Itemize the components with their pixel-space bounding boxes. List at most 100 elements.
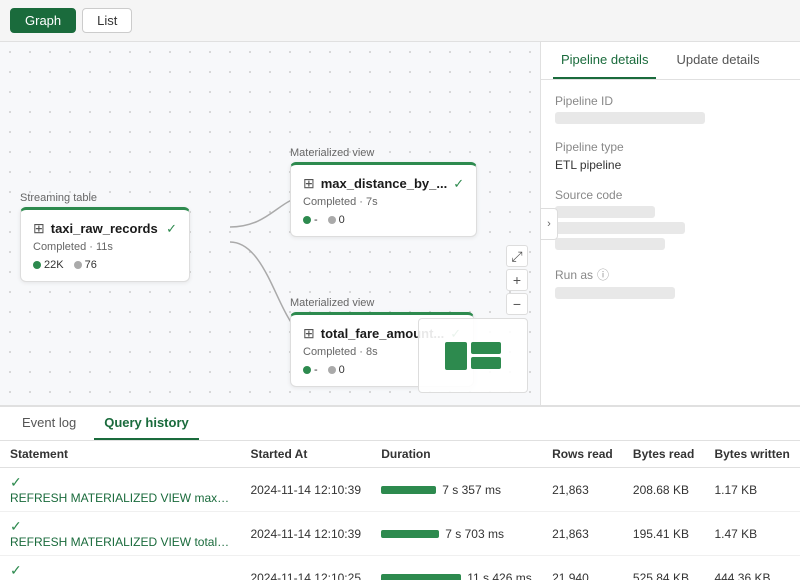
col-started: Started At [240,441,371,468]
run-as-row: Run as ⓘ [555,266,786,299]
mat1-table-icon: ⊞ [303,175,315,192]
green-dot-1 [33,261,41,269]
col-statement: Statement [0,441,240,468]
mini-rect-3 [471,357,501,369]
mat1-node-title: max_distance_by_... [321,176,447,191]
streaming-stat2: 76 [85,259,97,271]
status-ok-icon-0: ✓ [10,474,22,490]
cell-started-1: 2024-11-14 12:10:39 [240,512,371,556]
minimap-controls: ⤢ + − [506,245,528,315]
source-code-label: Source code [555,188,786,202]
duration-bar-0 [381,486,436,494]
cell-statement-2[interactable]: ✓REFRESH STREAMING TABLE taxi_raw... [0,556,240,580]
streaming-stat1: 22K [44,259,64,271]
mat2-table-icon: ⊞ [303,325,315,342]
cell-bytes-read-0: 208.68 KB [623,468,705,512]
fullscreen-button[interactable]: ⤢ [506,245,528,267]
toolbar: Graph List [0,0,800,42]
status-ok-icon-1: ✓ [10,518,22,534]
cell-bytes-read-1: 195.41 KB [623,512,705,556]
mat2-node-label: Materialized view [290,297,474,309]
streaming-node-title: taxi_raw_records [51,221,158,236]
pipeline-type-label: Pipeline type [555,140,786,154]
col-bytes-written: Bytes written [704,441,800,468]
mat1-stat1: - [314,214,318,226]
mat1-node-group: Materialized view ⊞ max_distance_by_... … [290,147,477,237]
update-details-tab[interactable]: Update details [668,42,767,79]
cell-duration-1: 7 s 703 ms [371,512,542,556]
cell-bytes-read-2: 525.84 KB [623,556,705,580]
duration-bar-2 [381,574,461,580]
streaming-node-card[interactable]: ⊞ taxi_raw_records ✓ Completed · 11s 22K… [20,207,190,282]
streaming-node-label: Streaming table [20,192,190,204]
pipeline-type-row: Pipeline type ETL pipeline [555,140,786,172]
list-tab-button[interactable]: List [82,8,132,33]
mini-rect-2 [471,342,501,354]
bottom-tabs: Event log Query history [0,407,800,441]
mat1-node-status: Completed · 7s [303,196,464,208]
mini-rect-1 [445,342,467,370]
streaming-node-status: Completed · 11s [33,241,177,253]
cell-started-0: 2024-11-14 12:10:39 [240,468,371,512]
streaming-node-group: Streaming table ⊞ taxi_raw_records ✓ Com… [20,192,190,282]
table-row: ✓REFRESH STREAMING TABLE taxi_raw... 202… [0,556,800,580]
event-log-tab[interactable]: Event log [12,407,86,440]
graph-canvas[interactable]: Streaming table ⊞ taxi_raw_records ✓ Com… [0,42,540,405]
duration-bar-1 [381,530,439,538]
mat1-check-icon: ✓ [453,176,464,192]
duration-label-0: 7 s 357 ms [442,483,501,497]
bottom-panel: Event log Query history Statement Starte… [0,405,800,580]
table-body: ✓REFRESH MATERIALIZED VIEW max_di... 202… [0,468,800,580]
query-table: Statement Started At Duration Rows read … [0,441,800,580]
table-header: Statement Started At Duration Rows read … [0,441,800,468]
pipeline-id-label: Pipeline ID [555,94,786,108]
run-as-value [555,287,675,299]
cell-started-2: 2024-11-14 12:10:25 [240,556,371,580]
query-history-tab[interactable]: Query history [94,407,199,440]
minimap-content [419,319,527,392]
mat1-node-card[interactable]: ⊞ max_distance_by_... ✓ Completed · 7s -… [290,162,477,237]
cell-bytes-written-2: 444.36 KB [704,556,800,580]
mat1-gray-dot [328,216,336,224]
mat1-green-dot [303,216,311,224]
cell-duration-0: 7 s 357 ms [371,468,542,512]
duration-label-1: 7 s 703 ms [445,527,504,541]
pipeline-details-tab[interactable]: Pipeline details [553,42,656,79]
collapse-panel-button[interactable]: › [540,208,558,240]
main-area: Streaming table ⊞ taxi_raw_records ✓ Com… [0,42,800,405]
query-table-container: Statement Started At Duration Rows read … [0,441,800,580]
col-duration: Duration [371,441,542,468]
cell-rows-0: 21,863 [542,468,623,512]
run-as-info-icon: ⓘ [597,266,609,283]
panel-content: Pipeline ID Pipeline type ETL pipeline S… [541,80,800,405]
duration-label-2: 11 s 426 ms [467,571,531,580]
mat1-node-stats: - 0 [303,214,464,226]
right-panel: › Pipeline details Update details Pipeli… [540,42,800,405]
gray-dot-1 [74,261,82,269]
zoom-in-button[interactable]: + [506,269,528,291]
cell-bytes-written-1: 1.47 KB [704,512,800,556]
zoom-out-button[interactable]: − [506,293,528,315]
col-bytes-read: Bytes read [623,441,705,468]
right-panel-tabs: Pipeline details Update details [541,42,800,80]
col-rows: Rows read [542,441,623,468]
mat2-gray-dot [328,366,336,374]
mini-rects-right [471,342,501,369]
source-code-line3 [555,238,665,250]
table-row: ✓REFRESH MATERIALIZED VIEW max_di... 202… [0,468,800,512]
graph-tab-button[interactable]: Graph [10,8,76,33]
cell-statement-0[interactable]: ✓REFRESH MATERIALIZED VIEW max_di... [0,468,240,512]
status-ok-icon-2: ✓ [10,562,22,578]
streaming-check-icon: ✓ [166,221,177,237]
cell-rows-1: 21,863 [542,512,623,556]
cell-statement-1[interactable]: ✓REFRESH MATERIALIZED VIEW total_fa... [0,512,240,556]
table-row: ✓REFRESH MATERIALIZED VIEW total_fa... 2… [0,512,800,556]
source-code-line2 [555,222,685,234]
mat2-stat2: 0 [339,364,345,376]
cell-duration-2: 11 s 426 ms [371,556,542,580]
source-code-line1 [555,206,655,218]
mat2-stat1: - [314,364,318,376]
cell-bytes-written-0: 1.17 KB [704,468,800,512]
cell-rows-2: 21,940 [542,556,623,580]
source-code-row: Source code [555,188,786,250]
